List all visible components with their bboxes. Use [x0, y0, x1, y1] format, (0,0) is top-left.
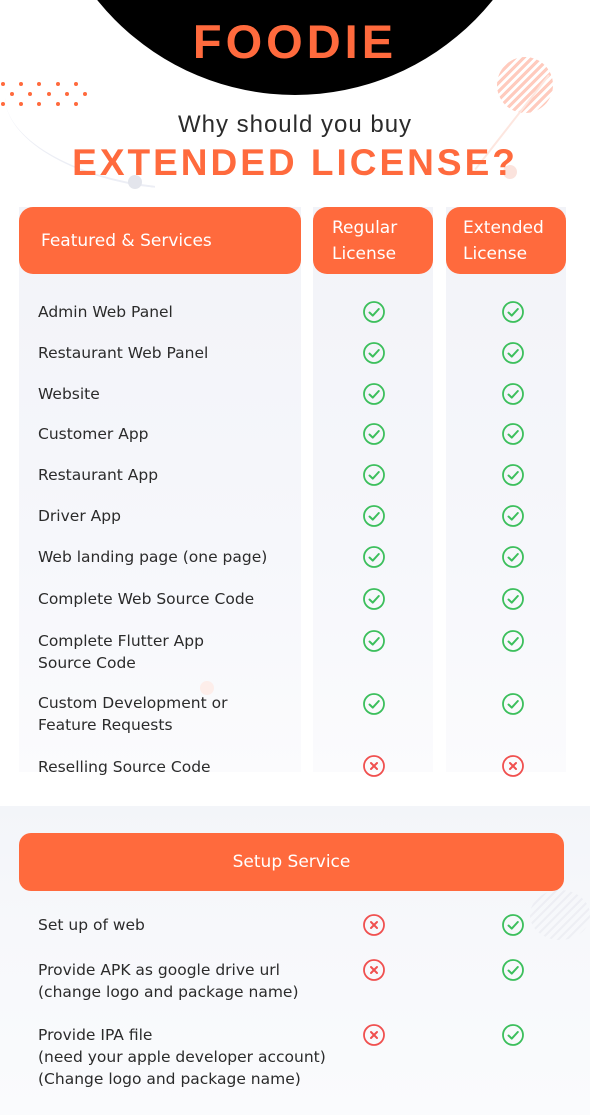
row-label: Restaurant Web Panel	[38, 342, 208, 364]
row-label: Website	[38, 383, 100, 405]
row-label: Reselling Source Code	[38, 756, 211, 778]
row-label: Provide IPA file (need your apple develop…	[38, 1024, 326, 1090]
header-regular-label: Regular License	[332, 215, 397, 267]
check-icon	[501, 504, 525, 528]
row-label-line: Source Code	[38, 654, 136, 672]
row-label-line: Custom Development or	[38, 694, 228, 712]
header-regular-license: Regular License	[313, 207, 433, 274]
headline: EXTENDED LICENSE?	[72, 142, 518, 183]
check-icon	[362, 629, 386, 653]
row-label-line: Customer App	[38, 425, 149, 443]
check-icon	[501, 958, 525, 982]
row-label-line: Website	[38, 385, 100, 403]
check-icon	[501, 692, 525, 716]
cross-icon	[362, 958, 386, 982]
check-icon	[501, 422, 525, 446]
row-label: Provide APK as google drive url (change l…	[38, 959, 299, 1003]
check-icon	[501, 1023, 525, 1047]
row-label-line: Web landing page (one page)	[38, 548, 268, 566]
check-icon	[362, 382, 386, 406]
setup-service-label: Setup Service	[232, 852, 351, 872]
check-icon	[362, 504, 386, 528]
setup-service-header: Setup Service	[19, 833, 564, 891]
header-regular-line: Regular	[332, 217, 398, 238]
dot	[74, 82, 78, 86]
row-label-line: Complete Flutter App	[38, 632, 204, 650]
header-features: Featured & Services	[19, 207, 301, 274]
check-icon	[501, 587, 525, 611]
check-icon	[362, 545, 386, 569]
extended-column-panel	[446, 207, 566, 772]
row-label-line: (Change logo and package name)	[38, 1070, 301, 1088]
header-regular-line: License	[332, 243, 397, 264]
dot	[1, 102, 5, 106]
cross-icon	[362, 1023, 386, 1047]
row-label-line: Feature Requests	[38, 716, 173, 734]
cross-icon	[362, 913, 386, 937]
row-label: Complete Web Source Code	[38, 588, 254, 610]
header-extended-label: Extended License	[463, 215, 544, 267]
header-extended-line: License	[463, 243, 528, 264]
check-icon	[362, 692, 386, 716]
check-icon	[362, 341, 386, 365]
row-label-line: (change logo and package name)	[38, 983, 299, 1001]
row-label-line: Restaurant Web Panel	[38, 344, 209, 362]
row-label-line: Provide IPA file	[38, 1026, 153, 1044]
check-icon	[501, 341, 525, 365]
row-label: Restaurant App	[38, 464, 158, 486]
check-icon	[501, 300, 525, 324]
row-label: Set up of web	[38, 914, 145, 936]
row-label: Admin Web Panel	[38, 301, 173, 323]
row-label: Web landing page (one page)	[38, 546, 267, 568]
cross-icon	[501, 754, 525, 778]
row-label: Driver App	[38, 505, 121, 527]
row-label-line: Driver App	[38, 507, 121, 525]
striped-decoration	[530, 890, 590, 940]
header-extended-license: Extended License	[446, 207, 566, 274]
row-label-line: Provide APK as google drive url	[38, 961, 280, 979]
check-icon	[501, 913, 525, 937]
row-label-line: (need your apple developer account)	[38, 1048, 326, 1066]
row-label-line: Restaurant App	[38, 466, 159, 484]
check-icon	[362, 463, 386, 487]
check-icon	[501, 545, 525, 569]
check-icon	[501, 382, 525, 406]
header-extended-line: Extended	[463, 217, 544, 238]
row-label-line: Admin Web Panel	[38, 303, 173, 321]
row-label-line: Set up of web	[38, 916, 145, 934]
check-icon	[362, 422, 386, 446]
row-label: Customer App	[38, 423, 149, 445]
subtitle: Why should you buy	[177, 111, 413, 138]
brand-title: FOODIE	[192, 15, 398, 68]
check-icon	[362, 300, 386, 324]
regular-column-panel	[313, 207, 433, 772]
dot	[56, 82, 60, 86]
header-features-label: Featured & Services	[41, 230, 212, 251]
features-column-panel	[19, 207, 301, 772]
check-icon	[501, 463, 525, 487]
row-label-line: Reselling Source Code	[38, 758, 211, 776]
row-label-line: Complete Web Source Code	[38, 590, 255, 608]
check-icon	[501, 629, 525, 653]
row-label: Complete Flutter App Source Code	[38, 630, 204, 674]
check-icon	[362, 587, 386, 611]
cross-icon	[362, 754, 386, 778]
row-label: Custom Development or Feature Requests	[38, 692, 227, 736]
